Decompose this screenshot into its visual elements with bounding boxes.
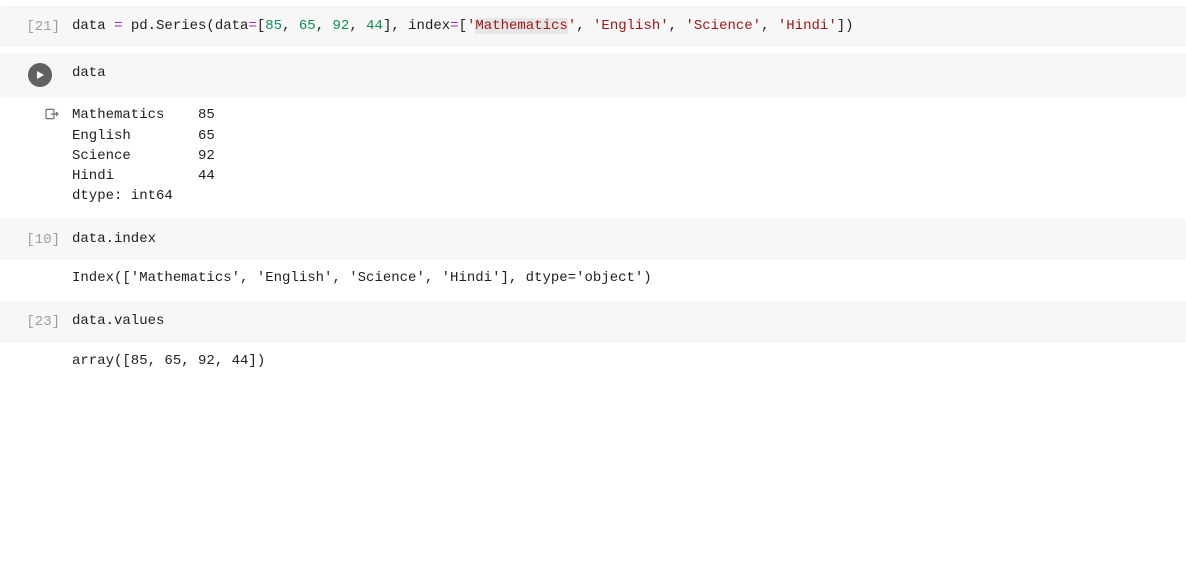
bracket: [ — [459, 18, 467, 34]
output-row: Mathematics 85 English 65 Science 92 Hin… — [0, 97, 1186, 212]
code-input-row[interactable]: [10] data.index — [0, 219, 1186, 260]
execution-count: [23] — [0, 311, 72, 332]
bracket: ]) — [837, 18, 854, 34]
code-text: ], index — [383, 18, 450, 34]
number-literal: 65 — [299, 18, 316, 34]
string-literal: 'Hindi' — [778, 18, 837, 34]
code-text: pd.Series(data — [122, 18, 248, 34]
output-spacer — [0, 351, 72, 372]
output-arrow-icon — [44, 106, 60, 122]
play-icon — [34, 69, 46, 81]
code-input-row[interactable]: [21] data = pd.Series(data=[85, 65, 92, … — [0, 6, 1186, 47]
execution-count: [21] — [0, 16, 72, 37]
number-literal: 44 — [366, 18, 383, 34]
output-line: Mathematics 85 — [72, 107, 215, 123]
code-editor[interactable]: data — [72, 63, 106, 83]
code-cell: data Mathematics 85 English 65 Science 9… — [0, 53, 1186, 212]
code-editor[interactable]: data.index — [72, 229, 156, 249]
string-literal: 'English' — [593, 18, 669, 34]
output-line: Science 92 — [72, 148, 215, 164]
string-literal: 'Science' — [685, 18, 761, 34]
code-input-row[interactable]: data — [0, 53, 1186, 97]
operator: = — [248, 18, 256, 34]
code-text: data — [72, 18, 114, 34]
code-cell: [21] data = pd.Series(data=[85, 65, 92, … — [0, 6, 1186, 47]
number-literal: 92 — [333, 18, 350, 34]
comma: , — [761, 18, 778, 34]
comma: , — [349, 18, 366, 34]
output-line: Hindi 44 — [72, 168, 215, 184]
code-editor[interactable]: data.values — [72, 311, 164, 331]
comma: , — [669, 18, 686, 34]
output-indicator — [0, 105, 72, 122]
output-text: Mathematics 85 English 65 Science 92 Hin… — [72, 105, 215, 206]
output-row: Index(['Mathematics', 'English', 'Scienc… — [0, 260, 1186, 295]
execution-count: [10] — [0, 229, 72, 250]
output-spacer — [0, 268, 72, 289]
output-line: dtype: int64 — [72, 188, 173, 204]
comma: , — [282, 18, 299, 34]
code-cell: [23] data.values array([85, 65, 92, 44]) — [0, 301, 1186, 378]
bracket: [ — [257, 18, 265, 34]
output-line: English 65 — [72, 128, 215, 144]
code-editor[interactable]: data = pd.Series(data=[85, 65, 92, 44], … — [72, 16, 854, 36]
comma: , — [316, 18, 333, 34]
output-row: array([85, 65, 92, 44]) — [0, 343, 1186, 378]
run-cell-button[interactable] — [28, 63, 52, 87]
string-literal: 'Mathematics' — [467, 18, 576, 34]
output-text: Index(['Mathematics', 'English', 'Scienc… — [72, 268, 652, 288]
code-input-row[interactable]: [23] data.values — [0, 301, 1186, 342]
output-text: array([85, 65, 92, 44]) — [72, 351, 265, 371]
operator: = — [450, 18, 458, 34]
comma: , — [576, 18, 593, 34]
code-cell: [10] data.index Index(['Mathematics', 'E… — [0, 219, 1186, 296]
number-literal: 85 — [265, 18, 282, 34]
